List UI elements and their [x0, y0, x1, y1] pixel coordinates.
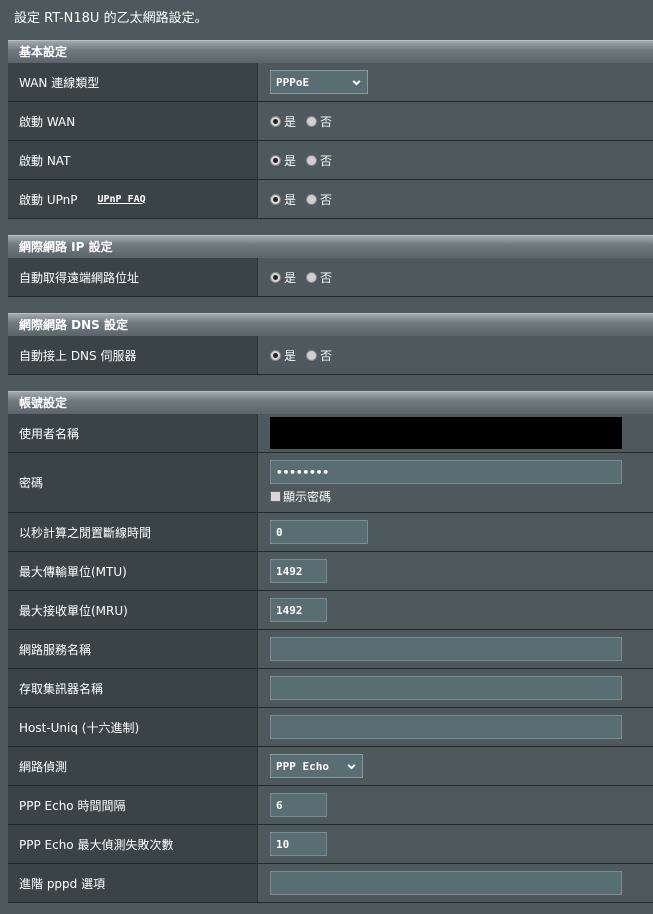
show-password-checkbox[interactable]	[270, 491, 281, 502]
page-title: 設定 RT-N18U 的乙太網路設定。	[14, 11, 208, 26]
host-uniq-row: Host-Uniq (十六進制)	[8, 708, 653, 747]
echo-fail-row: PPP Echo 最大偵測失敗次數 10	[8, 825, 653, 864]
password-label: 密碼	[8, 453, 258, 512]
detection-value: PPP Echo	[276, 759, 329, 773]
mru-row: 最大接收單位(MRU) 1492	[8, 591, 653, 630]
enable-wan-label: 啟動 WAN	[8, 102, 258, 140]
enable-nat-label: 啟動 NAT	[8, 141, 258, 179]
host-uniq-input[interactable]	[270, 715, 622, 739]
enable-upnp-yes-radio[interactable]	[270, 193, 281, 205]
idle-time-row: 以秒計算之閒置斷線時間 0	[8, 513, 653, 552]
wan-type-select[interactable]: PPPoE	[270, 70, 368, 94]
echo-fail-input[interactable]: 10	[270, 832, 327, 856]
wan-type-value: PPPoE	[276, 75, 310, 89]
enable-nat-no-radio[interactable]	[306, 154, 318, 166]
mtu-row: 最大傳輸單位(MTU) 1492	[8, 552, 653, 591]
ac-name-row: 存取集訊器名稱	[8, 669, 653, 708]
account-settings-section: 帳號設定 使用者名稱 密碼 •••••••• 顯示密碼 以秒計算之閒置斷線時間 …	[8, 391, 653, 903]
show-password-label: 顯示密碼	[283, 490, 332, 504]
detection-row: 網路偵測 PPP Echo	[8, 747, 653, 786]
wan-ip-section: 網際網路 IP 設定 自動取得遠端網路位址 是 否	[8, 235, 653, 297]
ac-name-label: 存取集訊器名稱	[8, 669, 258, 707]
auto-ip-no-radio[interactable]	[306, 271, 318, 283]
radio-yes-label: 是	[284, 192, 297, 207]
basic-settings-section: 基本設定 WAN 連線類型 PPPoE 啟動 WAN 是 否 啟動 NAT 是 …	[8, 40, 653, 219]
enable-upnp-label-cell: 啟動 UPnP UPnP FAQ	[8, 180, 258, 218]
echo-interval-row: PPP Echo 時間間隔 6	[8, 786, 653, 825]
radio-no-label: 否	[320, 348, 333, 363]
chevron-down-icon	[347, 763, 356, 770]
radio-yes-label: 是	[284, 153, 297, 168]
mru-input[interactable]: 1492	[270, 598, 327, 622]
enable-wan-no-radio[interactable]	[306, 115, 318, 127]
auto-ip-label: 自動取得遠端網路位址	[8, 258, 258, 296]
password-row: 密碼 •••••••• 顯示密碼	[8, 453, 653, 513]
enable-upnp-row: 啟動 UPnP UPnP FAQ 是 否	[8, 180, 653, 219]
detection-label: 網路偵測	[8, 747, 258, 785]
service-name-input[interactable]	[270, 637, 622, 661]
password-input[interactable]: ••••••••	[270, 460, 622, 484]
radio-yes-label: 是	[284, 114, 297, 129]
mtu-input[interactable]: 1492	[270, 559, 327, 583]
wan-dns-header: 網際網路 DNS 設定	[8, 313, 653, 336]
chevron-down-icon	[352, 79, 361, 86]
username-row: 使用者名稱	[8, 414, 653, 453]
upnp-faq-link[interactable]: UPnP FAQ	[97, 194, 145, 205]
radio-no-label: 否	[320, 114, 333, 129]
auto-ip-yes-radio[interactable]	[270, 271, 281, 283]
echo-interval-input[interactable]: 6	[270, 793, 327, 817]
username-label: 使用者名稱	[8, 414, 258, 452]
radio-yes-label: 是	[284, 348, 297, 363]
idle-time-label: 以秒計算之閒置斷線時間	[8, 513, 258, 551]
enable-wan-yes-radio[interactable]	[270, 115, 281, 127]
auto-dns-no-radio[interactable]	[306, 349, 318, 361]
radio-no-label: 否	[320, 192, 333, 207]
wan-dns-section: 網際網路 DNS 設定 自動接上 DNS 伺服器 是 否	[8, 313, 653, 375]
enable-nat-row: 啟動 NAT 是 否	[8, 141, 653, 180]
auto-dns-row: 自動接上 DNS 伺服器 是 否	[8, 336, 653, 375]
enable-nat-yes-radio[interactable]	[270, 154, 281, 166]
pppd-options-label: 進階 pppd 選項	[8, 864, 258, 902]
enable-wan-row: 啟動 WAN 是 否	[8, 102, 653, 141]
detection-select[interactable]: PPP Echo	[270, 754, 363, 778]
host-uniq-label: Host-Uniq (十六進制)	[8, 708, 258, 746]
enable-upnp-no-radio[interactable]	[306, 193, 318, 205]
account-settings-header: 帳號設定	[8, 391, 653, 414]
mtu-label: 最大傳輸單位(MTU)	[8, 552, 258, 590]
service-name-row: 網路服務名稱	[8, 630, 653, 669]
echo-interval-label: PPP Echo 時間間隔	[8, 786, 258, 824]
echo-fail-label: PPP Echo 最大偵測失敗次數	[8, 825, 258, 863]
pppd-options-input[interactable]	[270, 871, 622, 895]
wan-ip-header: 網際網路 IP 設定	[8, 235, 653, 258]
service-name-label: 網路服務名稱	[8, 630, 258, 668]
auto-ip-row: 自動取得遠端網路位址 是 否	[8, 258, 653, 297]
radio-no-label: 否	[320, 270, 333, 285]
basic-settings-header: 基本設定	[8, 40, 653, 63]
auto-dns-label: 自動接上 DNS 伺服器	[8, 336, 258, 374]
idle-time-input[interactable]: 0	[270, 520, 368, 544]
ac-name-input[interactable]	[270, 676, 622, 700]
mru-label: 最大接收單位(MRU)	[8, 591, 258, 629]
radio-yes-label: 是	[284, 270, 297, 285]
wan-type-row: WAN 連線類型 PPPoE	[8, 63, 653, 102]
radio-no-label: 否	[320, 153, 333, 168]
auto-dns-yes-radio[interactable]	[270, 349, 281, 361]
wan-type-label: WAN 連線類型	[8, 63, 258, 101]
enable-upnp-label: 啟動 UPnP	[19, 192, 78, 207]
username-input[interactable]	[270, 417, 622, 449]
pppd-options-row: 進階 pppd 選項	[8, 864, 653, 903]
